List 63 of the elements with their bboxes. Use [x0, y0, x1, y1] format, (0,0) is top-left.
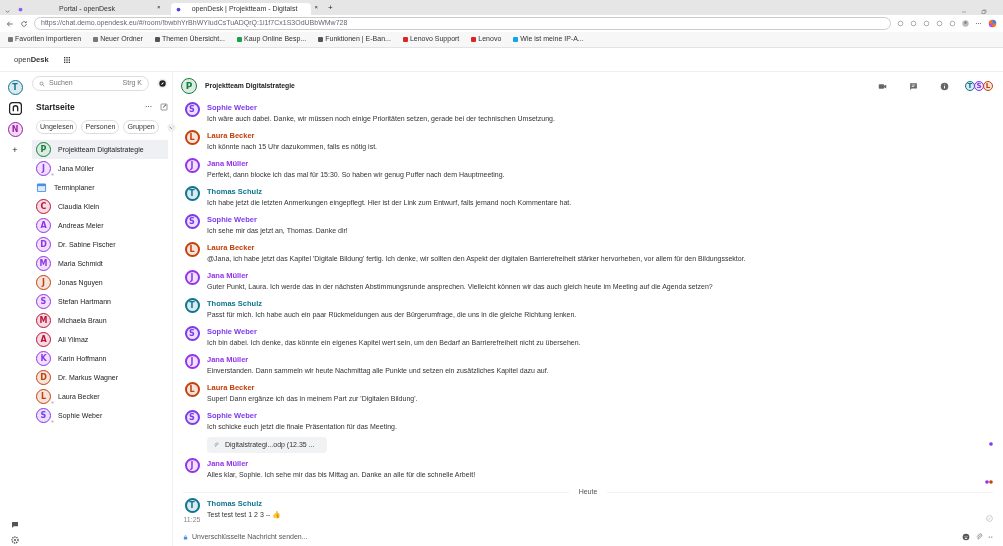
back-icon[interactable] — [6, 19, 14, 28]
explore-icon[interactable] — [157, 78, 168, 89]
sender-avatar[interactable]: J — [184, 354, 200, 369]
circle-icon[interactable] — [936, 20, 943, 27]
sender-avatar[interactable]: T — [184, 186, 200, 201]
sender-avatar[interactable]: S — [184, 410, 200, 425]
more-icon[interactable] — [975, 20, 982, 27]
app-grid-icon[interactable] — [62, 55, 71, 64]
room-avatar: J — [36, 161, 51, 177]
tab-favicon-icon — [18, 6, 23, 12]
room-avatar: S — [36, 408, 51, 424]
room-avatar: P — [181, 78, 197, 94]
emoji-icon[interactable] — [962, 533, 970, 541]
room-avatar: S — [36, 294, 51, 310]
chat-icon[interactable] — [11, 521, 19, 529]
profile-icon[interactable] — [962, 20, 969, 27]
room-avatar: A — [36, 332, 51, 348]
sender-avatar[interactable]: S — [184, 326, 200, 341]
room-avatar: A — [36, 218, 51, 234]
paperclip-icon — [213, 442, 219, 448]
sender-avatar[interactable]: L — [184, 382, 200, 397]
copilot-icon[interactable] — [988, 19, 997, 28]
sender-avatar[interactable]: S — [184, 214, 200, 229]
chevron-down-icon[interactable] — [4, 8, 11, 15]
room-avatar: K — [36, 351, 51, 367]
room-avatar: M — [36, 256, 51, 272]
room-avatar: D — [36, 370, 51, 386]
new-tab-icon[interactable]: + — [328, 1, 333, 14]
sender-avatar[interactable]: S — [184, 102, 200, 117]
space-avatar[interactable]: T — [7, 80, 23, 95]
sender-avatar[interactable]: J — [184, 158, 200, 173]
paperclip-icon[interactable] — [975, 533, 983, 541]
home-icon[interactable] — [8, 102, 22, 115]
settings-icon[interactable] — [11, 536, 19, 544]
more-icon[interactable] — [988, 534, 993, 540]
tab-favicon-icon — [175, 6, 181, 12]
read-receipt-icon[interactable] — [985, 480, 989, 485]
room-avatar: J — [36, 275, 51, 291]
search-icon — [39, 80, 45, 87]
lock-icon — [183, 534, 188, 540]
threads-icon[interactable] — [909, 81, 918, 91]
space-avatar[interactable]: N — [7, 122, 23, 137]
restore-icon[interactable] — [981, 9, 987, 15]
room-avatar: M — [36, 313, 51, 329]
read-receipt-icon[interactable] — [989, 442, 993, 447]
sidebar-title: Startseite — [36, 101, 76, 114]
room-avatar: P — [36, 142, 51, 158]
calendar-icon — [36, 182, 47, 194]
sender-avatar[interactable]: L — [184, 242, 200, 257]
video-call-icon[interactable] — [878, 81, 887, 91]
info-icon[interactable] — [940, 81, 949, 91]
room-avatar: D — [36, 237, 51, 253]
room-avatar: C — [36, 199, 51, 215]
reload-icon[interactable] — [20, 19, 28, 28]
sender-avatar[interactable]: T — [184, 298, 200, 313]
room-avatar: L — [36, 389, 51, 405]
sender-avatar[interactable]: J — [184, 458, 200, 474]
add-space-button[interactable]: + — [12, 144, 18, 158]
sender-avatar[interactable]: T — [184, 498, 200, 514]
sender-avatar[interactable]: J — [184, 270, 200, 285]
sender-avatar[interactable]: L — [184, 130, 200, 145]
read-receipt-icon[interactable] — [989, 480, 993, 485]
compose-icon[interactable] — [160, 103, 168, 112]
